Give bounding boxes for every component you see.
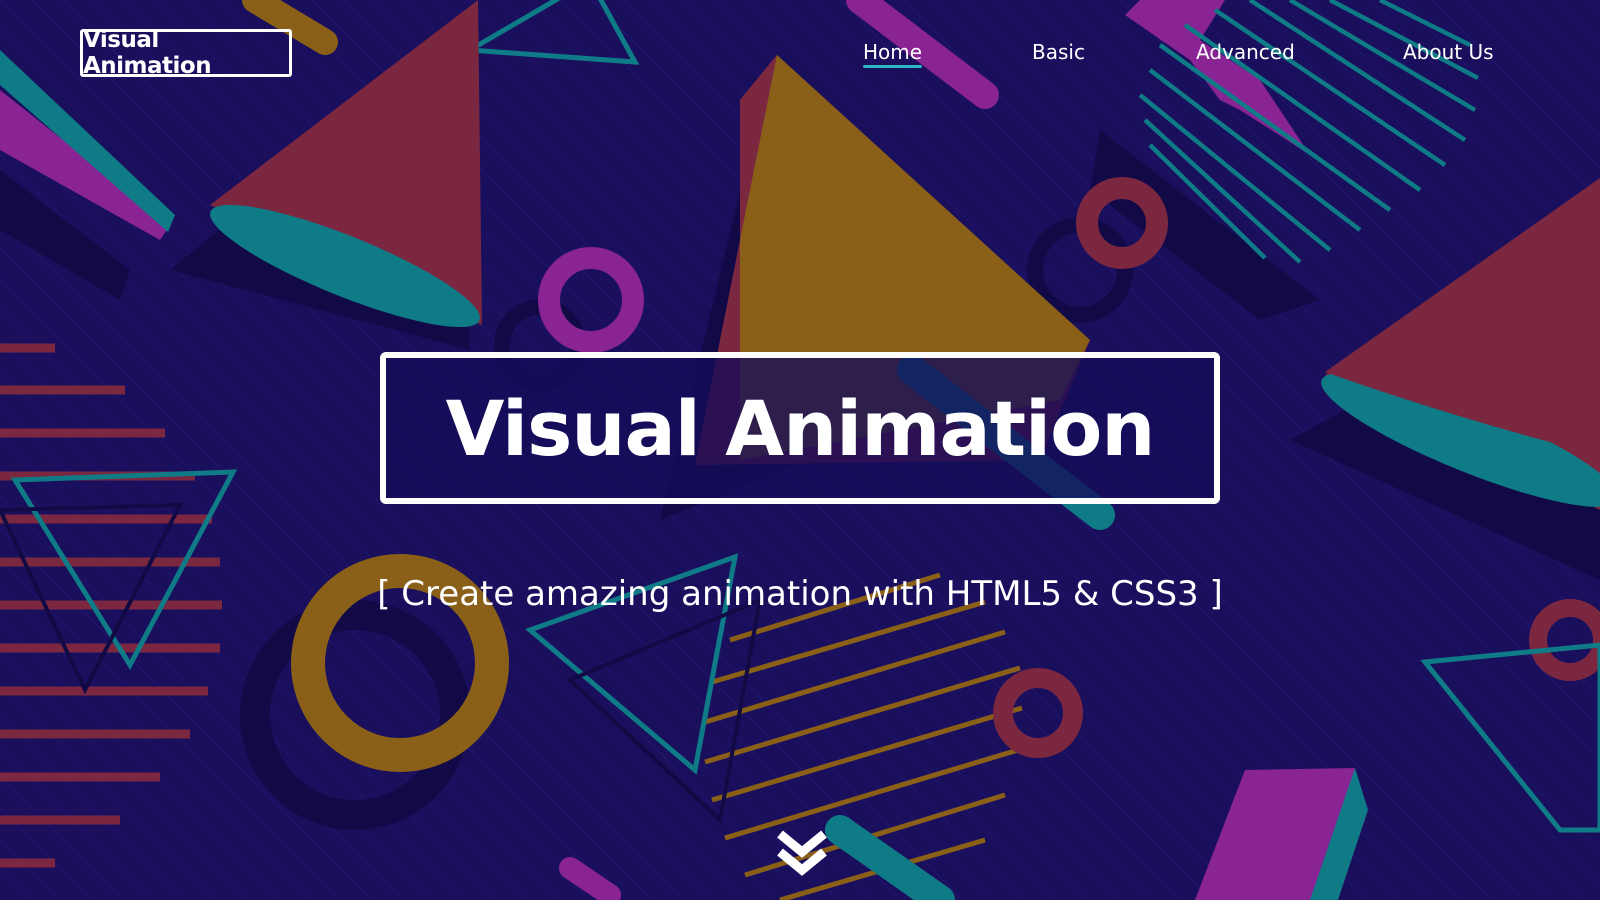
- nav-item-home[interactable]: Home: [863, 38, 923, 68]
- hero-tagline: [ Create amazing animation with HTML5 & …: [377, 574, 1223, 614]
- nav-item-advanced[interactable]: Advanced: [1196, 38, 1295, 66]
- double-chevron-down-icon: [777, 830, 827, 876]
- hero-title: Visual Animation: [445, 383, 1156, 473]
- hero-title-box: Visual Animation: [380, 352, 1220, 504]
- scroll-down-button[interactable]: [777, 828, 827, 888]
- main-nav: Home Basic Advanced About Us: [0, 38, 1600, 78]
- nav-item-about-us[interactable]: About Us: [1403, 38, 1494, 66]
- nav-item-basic[interactable]: Basic: [1032, 38, 1085, 66]
